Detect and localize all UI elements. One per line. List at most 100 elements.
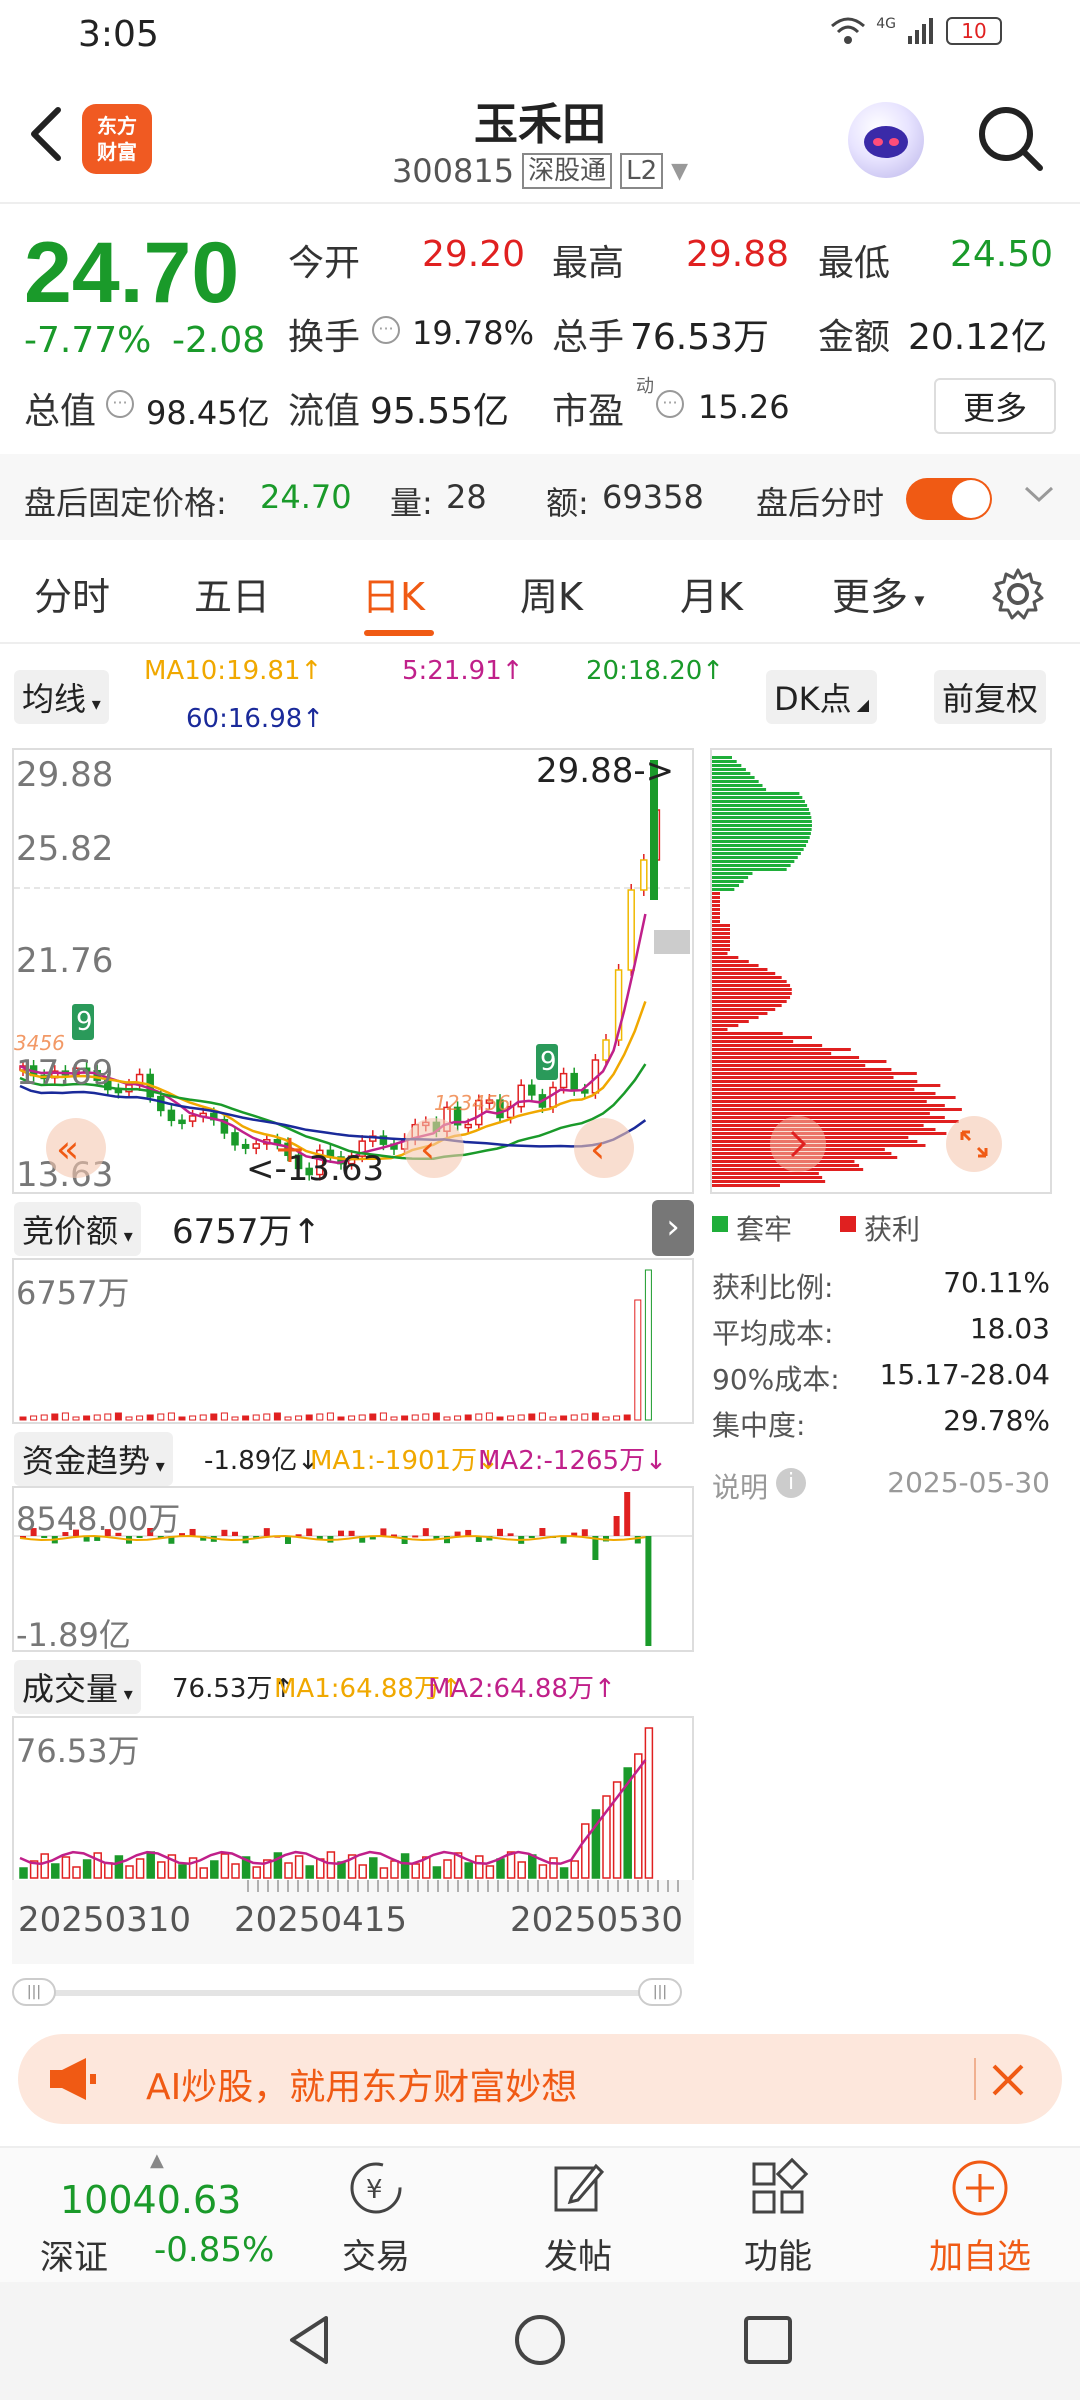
volume-chart[interactable]: 76.53万 [12,1716,694,1882]
status-time: 3:05 [78,14,159,55]
home-circle-icon[interactable] [512,2312,568,2368]
tab-more[interactable]: 更多 ▾ [832,566,924,621]
gear-icon[interactable] [990,566,1046,622]
auction-bar [295,1415,303,1421]
ma-legend-row: 均线 ▾ MA10:19.81↑ 5:21.91↑ 20:18.20↑ 60:1… [0,654,1080,738]
chip-bar [712,768,746,771]
ah-vol-value: 28 [446,478,487,516]
seq-badge-right-text: 9 [540,1047,557,1077]
volume-bar [517,1861,526,1879]
dk-point-selector[interactable]: DK点 ◢ [766,670,878,724]
banner-divider [974,2058,976,2100]
chevron-right-icon[interactable]: › [652,1200,694,1256]
volume-bar [125,1865,134,1879]
search-icon[interactable] [974,102,1046,174]
chip-bar [712,1052,832,1055]
nav-functions[interactable]: 功能 [708,2156,848,2278]
caret-down-icon: ▾ [150,1456,165,1477]
expand-icon[interactable] [944,1114,1004,1174]
auction-bar [379,1412,387,1421]
chip-bar [712,952,728,955]
fund-trend-selector[interactable]: 资金趋势 ▾ [14,1432,173,1486]
auction-amount-chart[interactable]: 6757万 [12,1258,694,1424]
chip-bar [712,992,792,995]
volume-bar [369,1857,378,1879]
chip-distribution-chart[interactable] [710,748,1052,1194]
index-change: -0.85% [154,2230,275,2270]
chip-row-value: 29.78% [943,1404,1050,1437]
volume-selector[interactable]: 成交量 ▾ [14,1660,141,1714]
chip-bar [712,852,801,855]
chevron-right-icon[interactable] [768,1114,828,1174]
chip-bar [712,1024,739,1027]
range-handle-right[interactable]: ||| [638,1978,682,2006]
nav-trade[interactable]: ¥ 交易 [306,2156,446,2278]
crosshair-icon[interactable]: + [274,1127,306,1171]
megaphone-icon [50,2058,96,2100]
chip-bar [712,972,776,975]
svg-text:123456: 123456 [434,1091,510,1115]
robot-assistant-icon[interactable] [848,102,924,178]
chip-bar [712,872,753,875]
volume-bar [390,1860,399,1879]
info-circle-icon[interactable]: ··· [372,316,400,344]
kline-chart[interactable]: 3456 123456 9 9 29.88 25.82 21.76 17.69 … [12,748,694,1194]
auction-selector[interactable]: 竞价额 ▾ [14,1202,141,1256]
info-icon[interactable]: i [776,1468,806,1498]
tab-daily-k[interactable]: 日K [362,566,425,621]
chip-bar [712,864,791,867]
close-icon[interactable] [990,2062,1026,2098]
pe-superscript: 动 [636,376,654,397]
kline-canvas: 3456 123456 9 9 29.88 25.82 21.76 17.69 … [14,751,692,1192]
chip-bar [712,928,730,931]
double-chevron-left-icon: « [56,1127,79,1171]
after-hours-toggle[interactable] [906,478,992,520]
chip-bar [712,892,720,895]
chip-bar [712,772,751,775]
chip-note-label[interactable]: 说明 [712,1466,768,1506]
volume-bar [284,1862,293,1879]
auction-bar [401,1415,409,1421]
recent-apps-icon[interactable] [742,2314,794,2366]
adjust-selector[interactable]: 前复权 [934,670,1047,724]
nav-add-watchlist[interactable]: 加自选 [910,2156,1050,2278]
low-value: 24.50 [950,234,1054,275]
tab-weekly-k[interactable]: 周K [520,566,583,621]
auction-bar [146,1414,154,1421]
fund-trend-chart[interactable]: 8548.00万 -1.89亿 [12,1486,694,1654]
info-circle-icon[interactable]: ··· [656,390,684,418]
volume-bar [506,1851,516,1879]
volume-bar [400,1853,410,1879]
nav-post[interactable]: 发帖 [508,2156,648,2278]
tab-monthly-k[interactable]: 月K [680,566,743,621]
date-axis: 20250310 20250415 20250530 [12,1880,694,1964]
tab-five-day[interactable]: 五日 [194,566,270,621]
more-button[interactable]: 更多 [934,378,1056,434]
chip-bar [712,932,730,935]
info-circle-icon[interactable]: ··· [106,390,134,418]
range-handle-left[interactable]: ||| [12,1978,56,2006]
chart-range-scrollbar[interactable]: ||| ||| [12,1978,694,2006]
chip-bar [712,1012,768,1015]
chip-bar [712,1032,783,1035]
candle-body [640,859,648,891]
auction-bar [30,1415,38,1421]
turnover-value: 19.78% [412,314,535,352]
tab-intraday[interactable]: 分时 [34,566,110,621]
ai-promo-banner[interactable]: AI炒股，就用东方财富妙想 [18,2034,1062,2124]
auction-bar [411,1414,419,1421]
chevron-down-icon[interactable] [1022,482,1056,506]
chip-bar [712,1056,860,1059]
chip-bar [712,1004,782,1007]
back-triangle-icon[interactable] [282,2312,338,2368]
active-tab-indicator [364,630,434,636]
auction-bar [125,1416,133,1421]
caret-down-icon: ▾ [86,694,101,715]
chip-bar [712,1020,749,1023]
index-ticker[interactable]: ▲ 10040.63 深证 -0.85% [30,2150,290,2278]
bottom-toolbar: ▲ 10040.63 深证 -0.85% ¥ 交易 发帖 功能 加自选 [0,2146,1080,2282]
candle-body [627,889,635,971]
date-label-3: 20250530 [510,1900,684,1940]
fund-trend-bar [422,1528,429,1536]
indicator-selector[interactable]: 均线 ▾ [14,670,109,724]
